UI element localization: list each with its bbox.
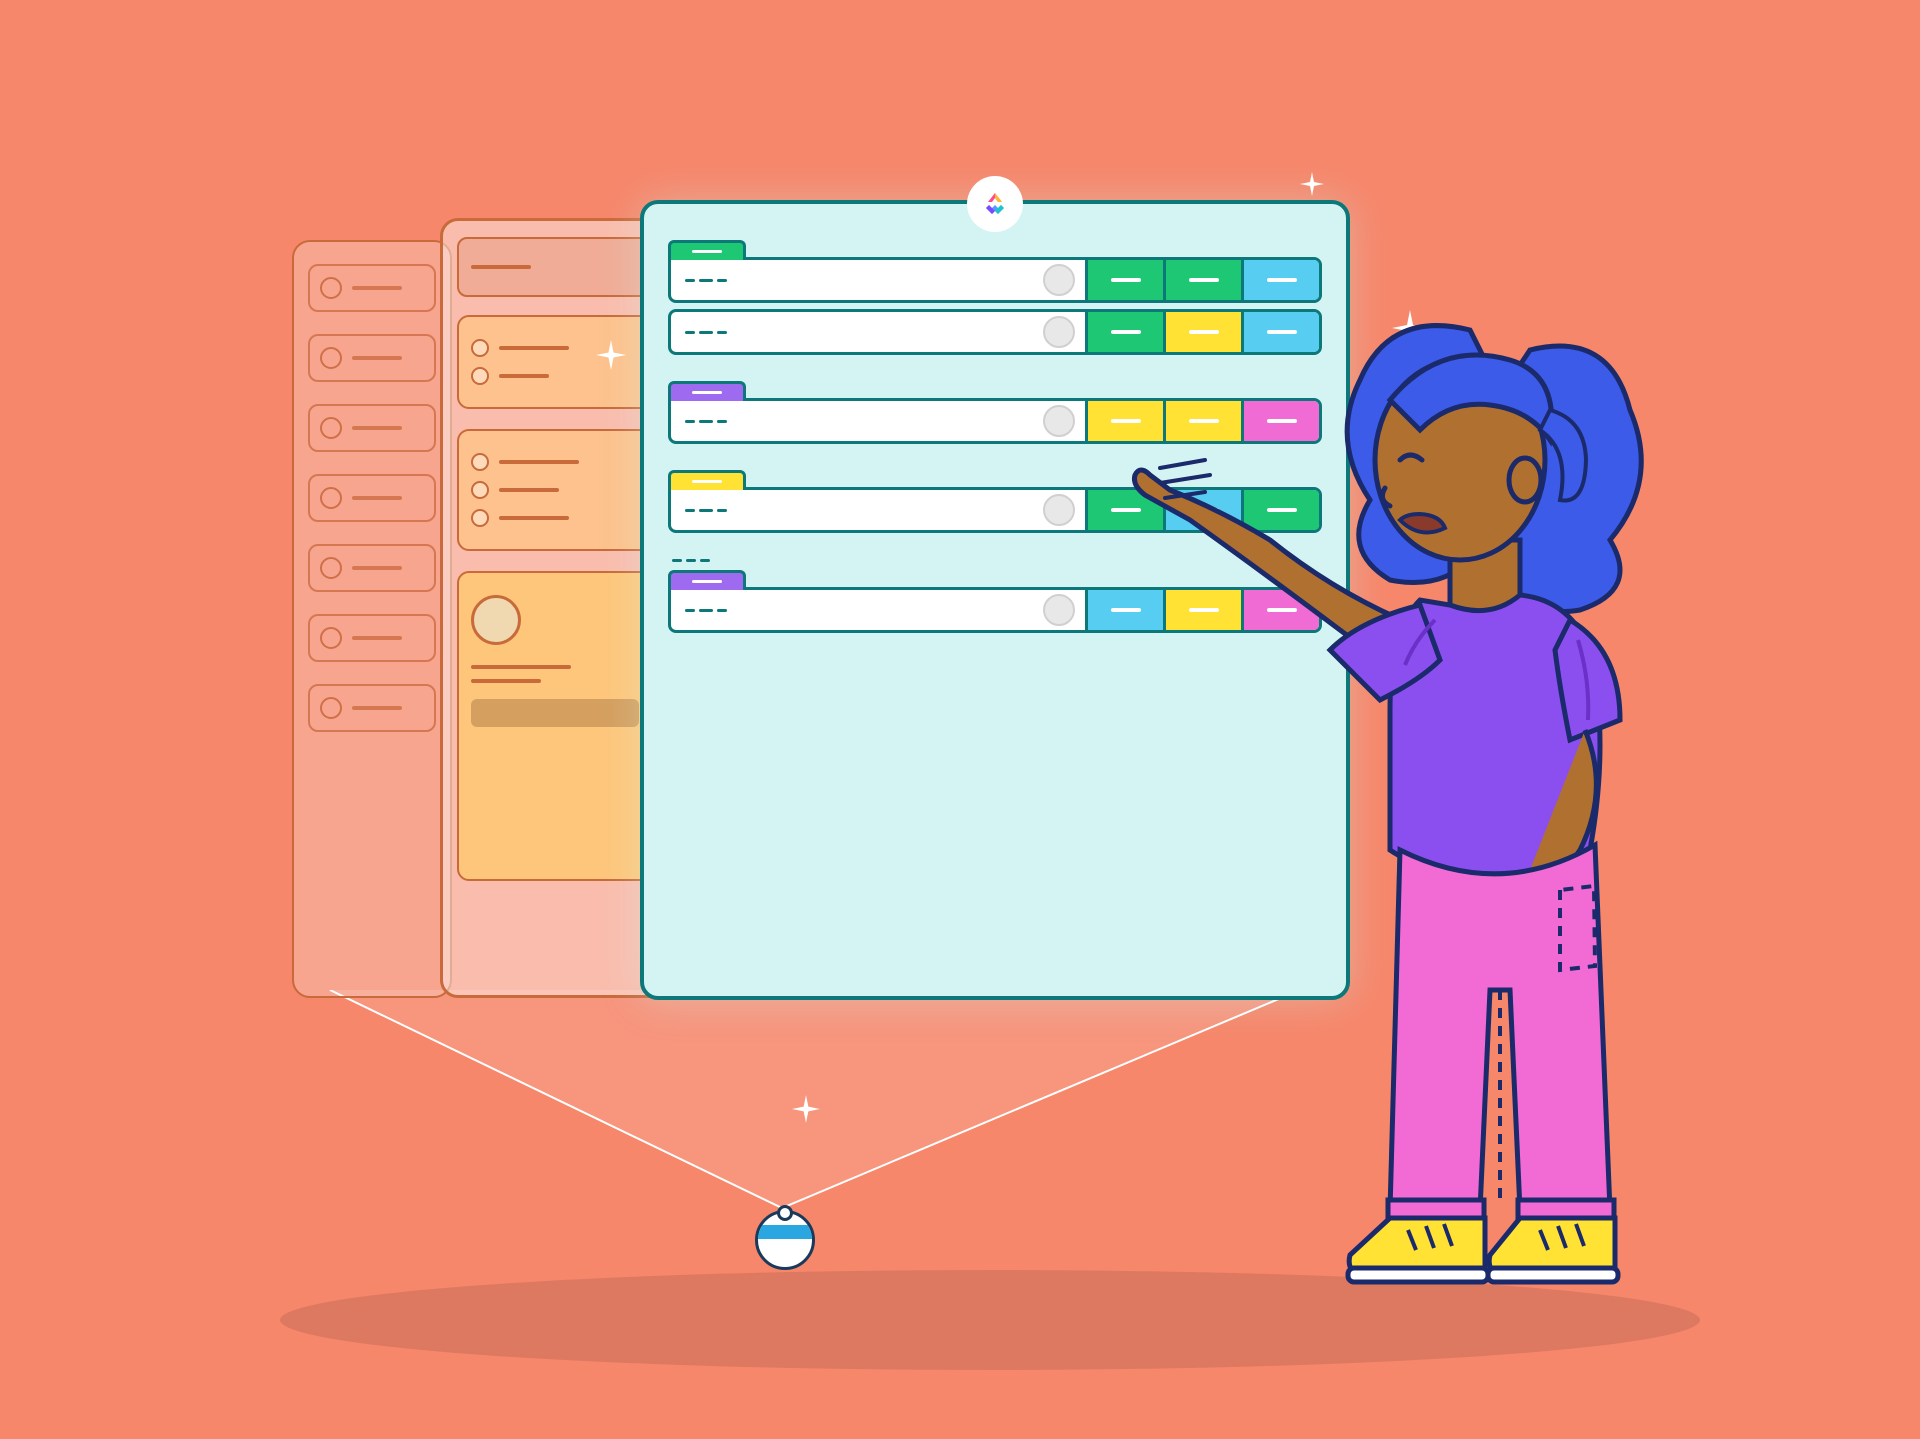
assignee-avatar bbox=[1043, 594, 1075, 626]
task-title bbox=[671, 260, 1043, 300]
status-cell bbox=[1085, 590, 1163, 630]
background-panel-1 bbox=[292, 240, 452, 998]
task-title bbox=[671, 312, 1043, 352]
status-cell bbox=[1085, 312, 1163, 352]
sparkle-icon bbox=[1300, 172, 1324, 196]
task-title bbox=[671, 590, 1043, 630]
assignee-avatar bbox=[1043, 316, 1075, 348]
projector-icon bbox=[755, 1210, 815, 1270]
sparkle-icon bbox=[792, 1095, 820, 1123]
assignee-avatar bbox=[1043, 405, 1075, 437]
illustration-scene bbox=[0, 0, 1920, 1439]
list-item bbox=[308, 474, 436, 522]
list-item bbox=[308, 264, 436, 312]
group-tab bbox=[668, 570, 746, 590]
list-item bbox=[308, 614, 436, 662]
task-title bbox=[671, 401, 1043, 441]
status-cell bbox=[1085, 401, 1163, 441]
background-panel-2 bbox=[440, 218, 670, 998]
group-tab bbox=[668, 240, 746, 260]
list-item bbox=[308, 544, 436, 592]
assignee-avatar bbox=[1043, 494, 1075, 526]
panel-header bbox=[457, 237, 653, 297]
person-illustration bbox=[1190, 290, 1710, 1320]
group-tab bbox=[668, 470, 746, 490]
sparkle-icon bbox=[596, 340, 626, 370]
task-title bbox=[671, 490, 1043, 530]
list-item bbox=[308, 404, 436, 452]
profile-card bbox=[457, 571, 653, 881]
list-item bbox=[308, 684, 436, 732]
list-item bbox=[308, 334, 436, 382]
group-tab bbox=[668, 381, 746, 401]
card bbox=[457, 429, 653, 551]
clickup-logo-icon bbox=[967, 176, 1023, 232]
assignee-avatar bbox=[1043, 264, 1075, 296]
status-cell bbox=[1085, 260, 1163, 300]
